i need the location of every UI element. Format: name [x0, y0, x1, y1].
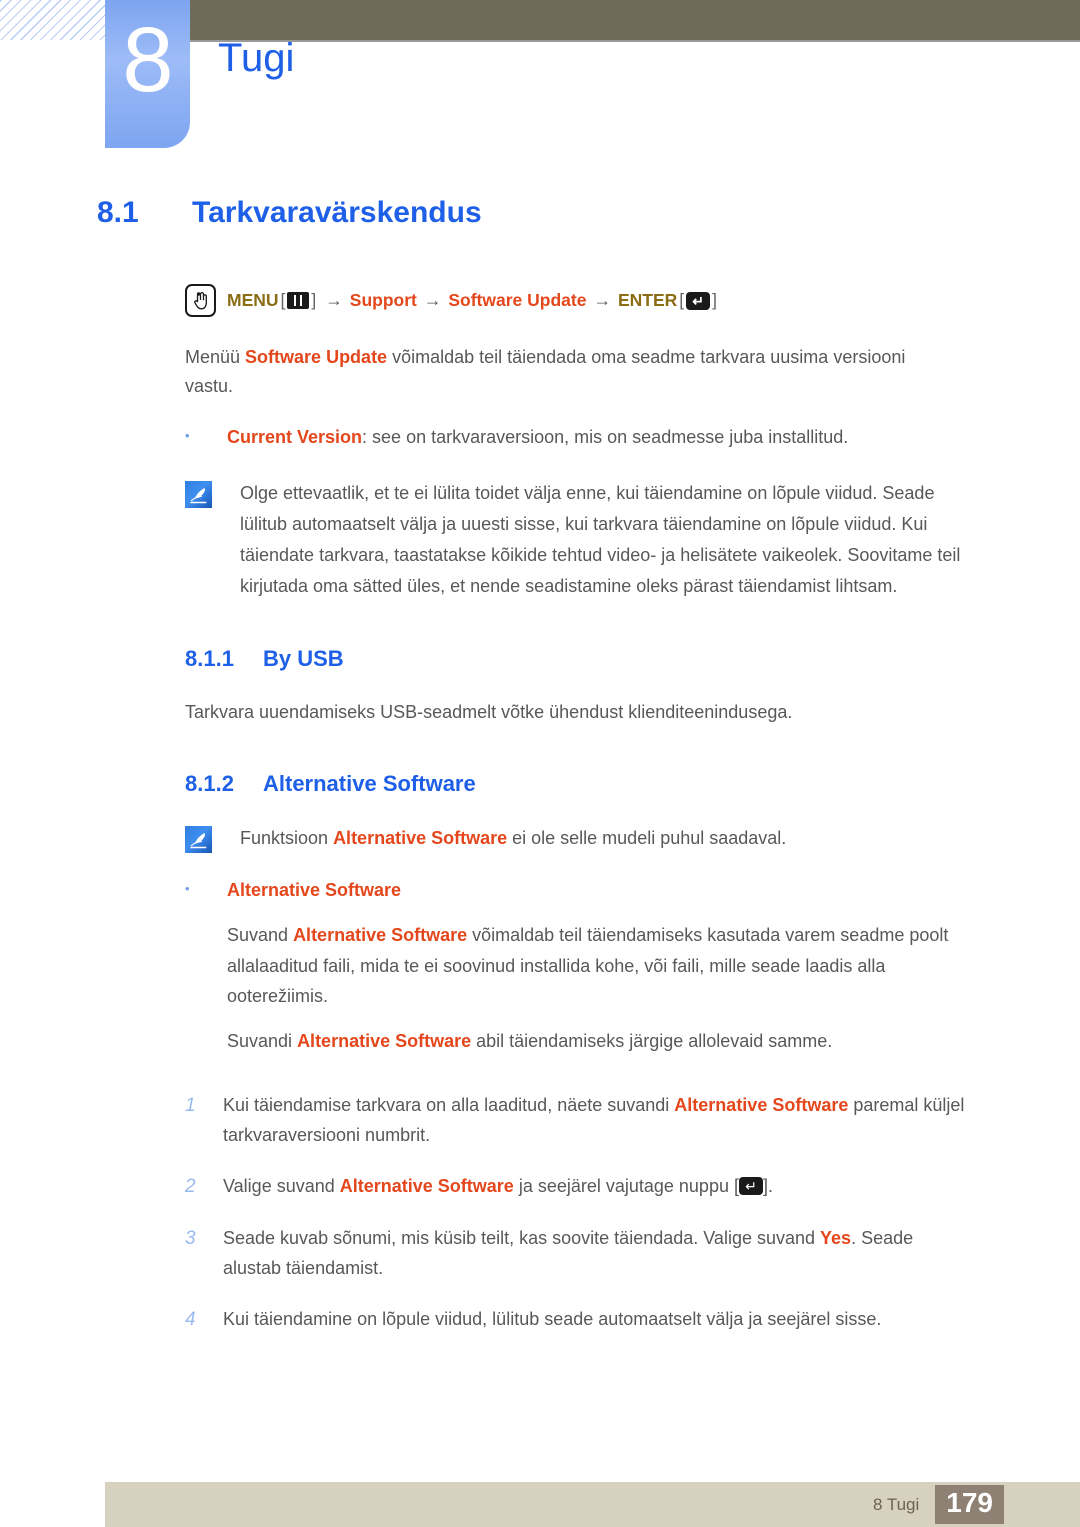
chapter-tab: 8	[105, 0, 190, 148]
footer-chapter-label: 8 Tugi	[872, 1494, 920, 1514]
step-number: 4	[185, 1308, 196, 1330]
note-block-alt: Funktsioon Alternative Software ei ole s…	[185, 823, 975, 854]
bracket-close-enter: ]	[712, 290, 717, 310]
bracket-close-menu: ]	[311, 290, 317, 310]
step-keyword: Yes	[820, 1228, 852, 1249]
subsection-heading-alt: 8.1.2 Alternative Software	[185, 771, 1080, 797]
chapter-number: 8	[122, 9, 173, 111]
chapter-title: Tugi	[218, 36, 295, 80]
intro-before: Menüü	[185, 347, 246, 367]
page-content: 8.1 Tarkvaravärskendus MENU [ ] → Suppor…	[0, 196, 1080, 1336]
menu-bars-icon	[287, 292, 310, 309]
step-text: Valige suvand Alternative Software ja se…	[223, 1172, 975, 1203]
alt-paragraph-2: Suvandi Alternative Software abil täiend…	[227, 1026, 975, 1057]
subsection-heading-usb: 8.1.1 By USB	[185, 646, 1080, 672]
path-arrow-3: →	[593, 290, 611, 310]
note-pencil-icon	[185, 823, 240, 854]
bullet-alternative-software: • Alternative Software	[185, 876, 945, 905]
enter-key-icon: ↵	[686, 291, 711, 310]
enter-key-glyph: ↵	[692, 292, 704, 309]
step-keyword: Alternative Software	[339, 1175, 514, 1196]
alt-p2-keyword: Alternative Software	[297, 1031, 472, 1052]
subsection-number-usb: 8.1.1	[185, 646, 234, 672]
alt-p1-before: Suvand	[227, 924, 294, 945]
step-item: 3 Seade kuvab sõnumi, mis küsib teilt, k…	[185, 1224, 975, 1282]
path-arrow-1: →	[325, 290, 343, 310]
step-number: 2	[185, 1175, 196, 1197]
note-text-main: Olge ettevaatlik, et te ei lülita toidet…	[240, 483, 961, 597]
hand-press-icon	[185, 284, 216, 317]
step-text: Seade kuvab sõnumi, mis küsib teilt, kas…	[223, 1224, 975, 1282]
step-keyword: Alternative Software	[674, 1095, 849, 1116]
enter-label: ENTER	[617, 290, 678, 310]
hatch-decoration	[0, 0, 105, 40]
header-underline	[190, 40, 1080, 42]
step-before: Valige suvand	[223, 1175, 340, 1196]
intro-keyword: Software Update	[245, 347, 388, 367]
bullet-keyword: Alternative Software	[227, 880, 402, 901]
step-item: 1 Kui täiendamise tarkvara on alla laadi…	[185, 1091, 975, 1149]
path-arrow-2: →	[423, 290, 442, 310]
alt-p1-keyword: Alternative Software	[293, 924, 468, 945]
alt-p2-before: Suvandi	[227, 1031, 298, 1052]
page-number: 179	[935, 1485, 1004, 1524]
path-step-software-update: Software Update	[448, 290, 587, 310]
intro-paragraph: Menüü Software Update võimaldab teil täi…	[185, 343, 945, 401]
step-text: Kui täiendamise tarkvara on alla laaditu…	[223, 1091, 975, 1149]
step-number: 3	[185, 1228, 196, 1250]
bullet-current-version: • Current Version: see on tarkvaraversio…	[185, 423, 945, 452]
note-block-main: Olge ettevaatlik, et te ei lülita toidet…	[185, 478, 975, 602]
note-pencil-icon	[185, 478, 240, 602]
footer-content: 8 Tugi 179	[873, 1482, 1004, 1527]
alt-paragraph-1: Suvand Alternative Software võimaldab te…	[227, 920, 975, 1013]
header-olive-bar	[190, 0, 1080, 40]
enter-key-icon: ↵	[738, 1176, 763, 1195]
alt-p2-after: abil täiendamiseks järgige allolevaid sa…	[471, 1031, 833, 1052]
section-title: Tarkvaravärskendus	[192, 196, 482, 229]
path-step-support: Support	[349, 290, 417, 310]
step-after: ja seejärel vajutage nuppu [	[513, 1175, 739, 1196]
step-before: Seade kuvab sõnumi, mis küsib teilt, kas…	[223, 1228, 821, 1249]
bullet-marker: •	[185, 428, 190, 444]
step-number: 1	[185, 1095, 196, 1117]
section-heading: 8.1 Tarkvaravärskendus	[97, 196, 1080, 230]
step-tail: ].	[762, 1175, 773, 1196]
step-text: Kui täiendamine on lõpule viidud, lülitu…	[223, 1308, 882, 1329]
section-number: 8.1	[97, 196, 139, 229]
subsection-title-usb: By USB	[263, 646, 344, 672]
enter-key-glyph: ↵	[745, 1177, 757, 1194]
note-text-alt: Funktsioon Alternative Software ei ole s…	[240, 823, 975, 854]
bracket-open-menu: [	[280, 290, 286, 310]
note-alt-before: Funktsioon	[240, 828, 334, 849]
step-item: 2 Valige suvand Alternative Software ja …	[185, 1172, 975, 1203]
bullet-keyword: Current Version	[227, 427, 363, 448]
note-alt-keyword: Alternative Software	[333, 828, 508, 849]
bullet-text: : see on tarkvaraversioon, mis on seadme…	[362, 427, 849, 448]
page-footer: 8 Tugi 179	[105, 1482, 1080, 1527]
menu-path: MENU [ ] → Support → Software Update → E…	[185, 284, 1080, 317]
page-header: 8 Tugi	[0, 0, 1080, 160]
menu-label: MENU	[227, 290, 279, 310]
step-before: Kui täiendamise tarkvara on alla laaditu…	[223, 1095, 675, 1116]
usb-paragraph: Tarkvara uuendamiseks USB-seadmelt võtke…	[185, 702, 793, 723]
bracket-open-enter: [	[679, 290, 685, 310]
bullet-content: Current Version: see on tarkvaraversioon…	[227, 423, 945, 452]
subsection-number-alt: 8.1.2	[185, 771, 234, 797]
note-alt-after: ei ole selle mudeli puhul saadaval.	[507, 828, 787, 849]
subsection-title-alt: Alternative Software	[263, 771, 476, 797]
bullet-marker: •	[185, 881, 190, 897]
step-item: 4 Kui täiendamine on lõpule viidud, lüli…	[185, 1305, 975, 1336]
